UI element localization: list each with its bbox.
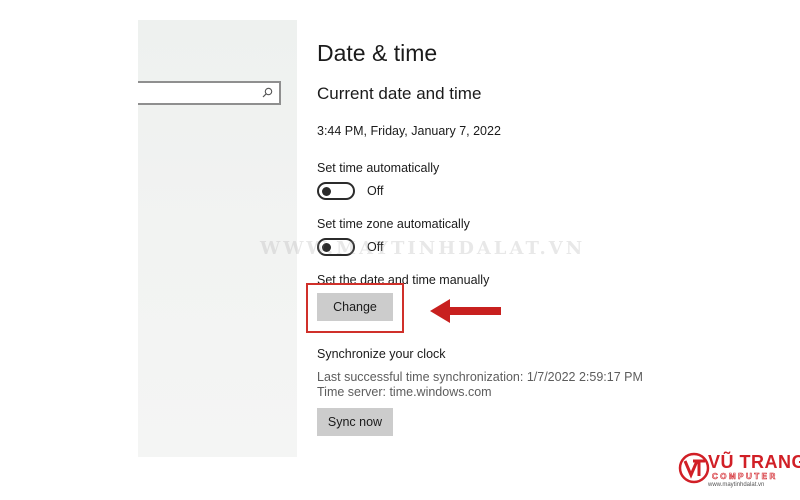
brand-url: www.maytinhdalat.vn	[708, 482, 765, 488]
brand-logo: VŨ TRANG COMPUTER www.maytinhdalat.vn	[678, 450, 800, 490]
current-date-time-heading: Current date and time	[317, 84, 482, 103]
sync-now-button[interactable]: Sync now	[317, 408, 393, 436]
watermark-text: WWW.MAYTINHDALAT.VN	[260, 238, 586, 259]
time-server-text: Time server: time.windows.com	[317, 385, 492, 399]
toggle-knob	[322, 186, 331, 196]
brand-name: VŨ TRANG	[708, 452, 800, 472]
set-timezone-auto-label: Set time zone automatically	[317, 217, 470, 231]
search-icon[interactable]	[262, 87, 273, 98]
pointer-arrow-icon	[430, 299, 501, 323]
last-sync-text: Last successful time synchronization: 1/…	[317, 370, 643, 384]
sync-clock-heading: Synchronize your clock	[317, 347, 446, 361]
set-time-auto-state: Off	[367, 184, 384, 198]
set-time-auto-label: Set time automatically	[317, 161, 440, 175]
brand-subtitle: COMPUTER	[712, 472, 778, 482]
brand-logo-icon	[678, 452, 710, 484]
highlight-box	[306, 283, 404, 333]
search-input[interactable]	[138, 81, 281, 105]
current-datetime-value: 3:44 PM, Friday, January 7, 2022	[317, 124, 501, 138]
set-time-auto-toggle-row: Off	[317, 181, 383, 201]
set-time-auto-toggle[interactable]	[317, 182, 355, 200]
page-title: Date & time	[317, 40, 438, 66]
